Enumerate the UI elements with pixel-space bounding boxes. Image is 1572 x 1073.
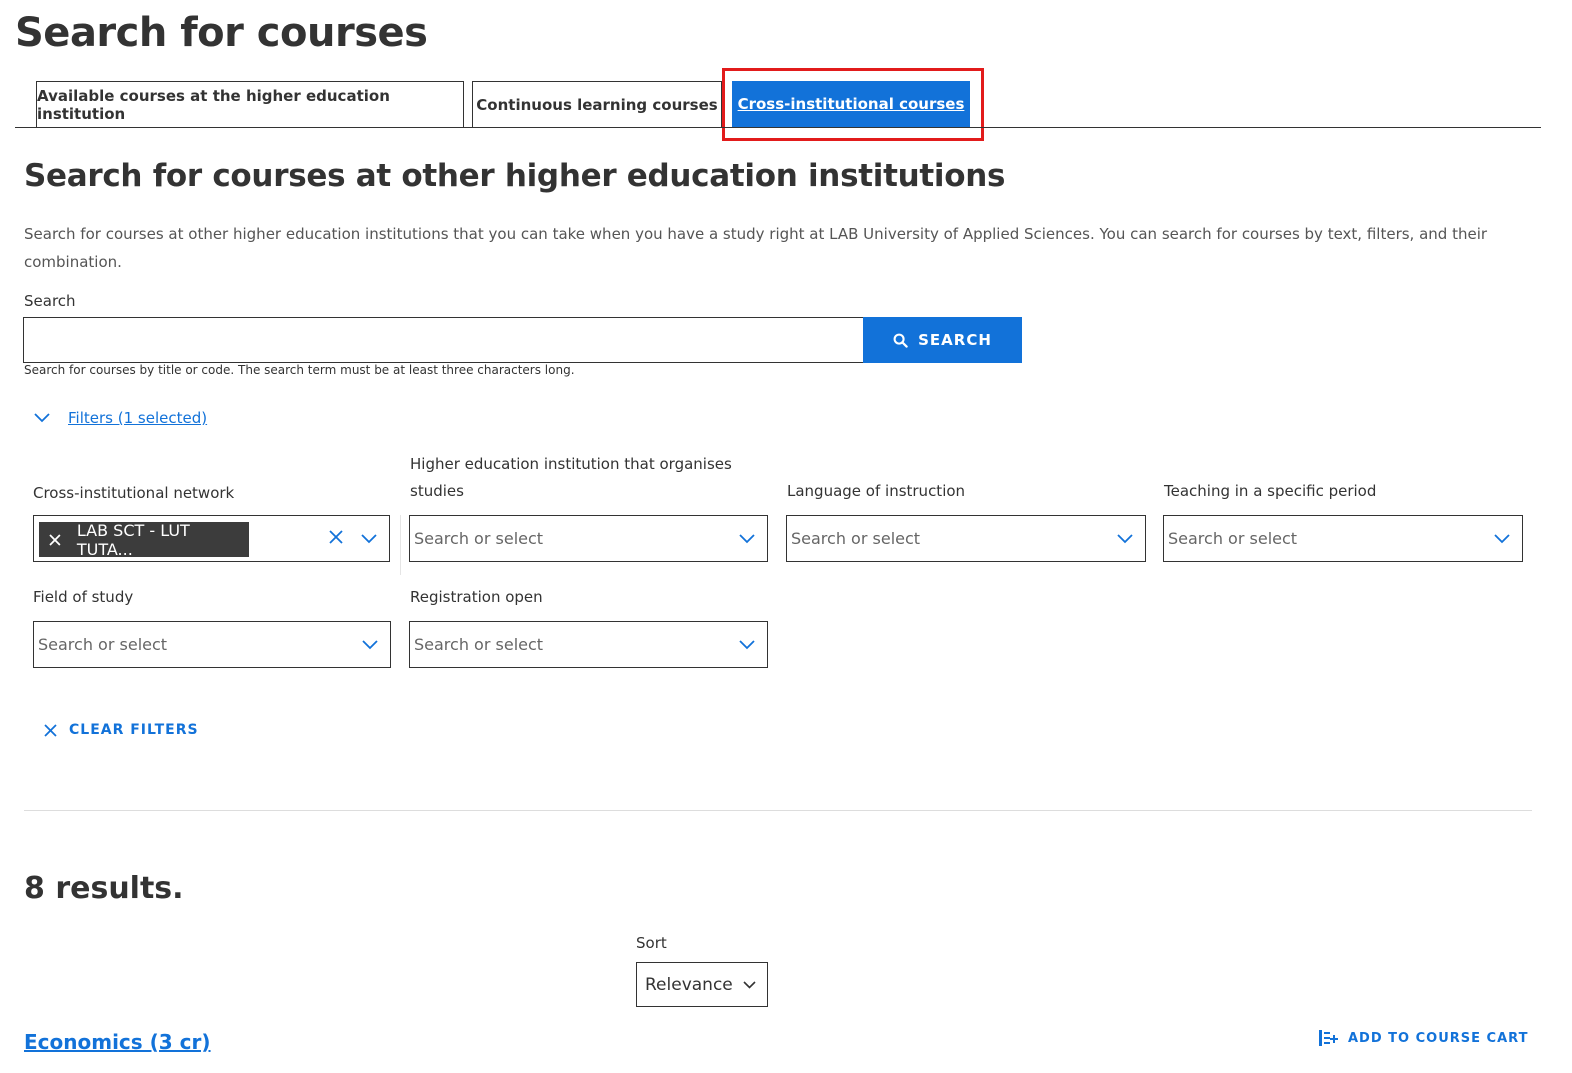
filters-toggle-label: Filters (1 selected) xyxy=(68,409,208,427)
search-button-label: SEARCH xyxy=(918,331,992,349)
period-placeholder: Search or select xyxy=(1168,529,1298,548)
registration-select[interactable]: Search or select xyxy=(409,621,768,668)
sort-value: Relevance xyxy=(645,974,733,995)
clear-selection-icon[interactable] xyxy=(329,530,343,544)
filter-label-institution: Higher education institution that organi… xyxy=(410,455,732,500)
tabs-divider xyxy=(15,127,1541,128)
field-placeholder: Search or select xyxy=(38,635,168,654)
remove-chip-icon[interactable] xyxy=(49,533,61,546)
search-icon xyxy=(893,333,908,348)
chevron-down-icon[interactable] xyxy=(362,640,378,650)
filters-toggle[interactable]: Filters (1 selected) xyxy=(34,409,207,427)
chevron-down-icon xyxy=(743,980,756,989)
add-to-cart-button[interactable]: ADD TO COURSE CART xyxy=(1318,1029,1528,1047)
course-link[interactable]: Economics (3 cr) xyxy=(24,1030,211,1054)
tab-label: Continuous learning courses xyxy=(476,95,718,114)
filter-label-language: Language of instruction xyxy=(787,482,966,500)
chevron-down-icon[interactable] xyxy=(739,640,755,650)
column-separator xyxy=(400,515,401,575)
registration-placeholder: Search or select xyxy=(414,635,544,654)
section-title: Search for courses at other higher educa… xyxy=(24,158,1006,194)
sort-select[interactable]: Relevance xyxy=(636,962,768,1007)
clear-filters-button[interactable]: CLEAR FILTERS xyxy=(44,722,199,738)
chevron-down-icon[interactable] xyxy=(361,534,377,544)
clear-filters-label: CLEAR FILTERS xyxy=(69,722,199,738)
results-count: 8 results. xyxy=(24,871,184,906)
search-input[interactable] xyxy=(23,317,864,363)
page-title: Search for courses xyxy=(15,10,428,56)
section-description: Search for courses at other higher educa… xyxy=(24,225,1488,271)
period-select[interactable]: Search or select xyxy=(1163,515,1523,562)
tab-continuous-learning[interactable]: Continuous learning courses xyxy=(472,81,722,127)
search-hint: Search for courses by title or code. The… xyxy=(24,363,575,377)
chevron-down-icon xyxy=(34,413,50,423)
close-icon xyxy=(44,723,57,737)
filter-label-field: Field of study xyxy=(33,588,134,606)
tab-highlight-box xyxy=(722,68,984,141)
chip-label: LAB SCT - LUT TUTA... xyxy=(76,520,190,559)
filter-label-registration: Registration open xyxy=(410,588,543,606)
sort-label: Sort xyxy=(636,934,667,952)
language-select[interactable]: Search or select xyxy=(786,515,1146,562)
filter-label-period: Teaching in a specific period xyxy=(1164,482,1377,500)
chevron-down-icon[interactable] xyxy=(1494,534,1510,544)
institution-placeholder: Search or select xyxy=(414,529,544,548)
search-button[interactable]: SEARCH xyxy=(863,317,1022,363)
search-label: Search xyxy=(24,292,76,310)
language-placeholder: Search or select xyxy=(791,529,921,548)
section-divider xyxy=(24,810,1532,811)
chevron-down-icon[interactable] xyxy=(739,534,755,544)
add-to-cart-label: ADD TO COURSE CART xyxy=(1348,1030,1529,1046)
cart-add-icon xyxy=(1319,1030,1338,1046)
selected-network-chip[interactable]: LAB SCT - LUT TUTA... xyxy=(39,520,249,559)
field-select[interactable]: Search or select xyxy=(33,621,391,668)
chevron-down-icon[interactable] xyxy=(1117,534,1133,544)
tab-label: Available courses at the higher educatio… xyxy=(37,86,390,123)
institution-select[interactable]: Search or select xyxy=(409,515,768,562)
tab-available-courses[interactable]: Available courses at the higher educatio… xyxy=(36,81,464,127)
filter-label-network: Cross-institutional network xyxy=(33,484,235,502)
network-select[interactable]: LAB SCT - LUT TUTA... xyxy=(33,515,390,562)
